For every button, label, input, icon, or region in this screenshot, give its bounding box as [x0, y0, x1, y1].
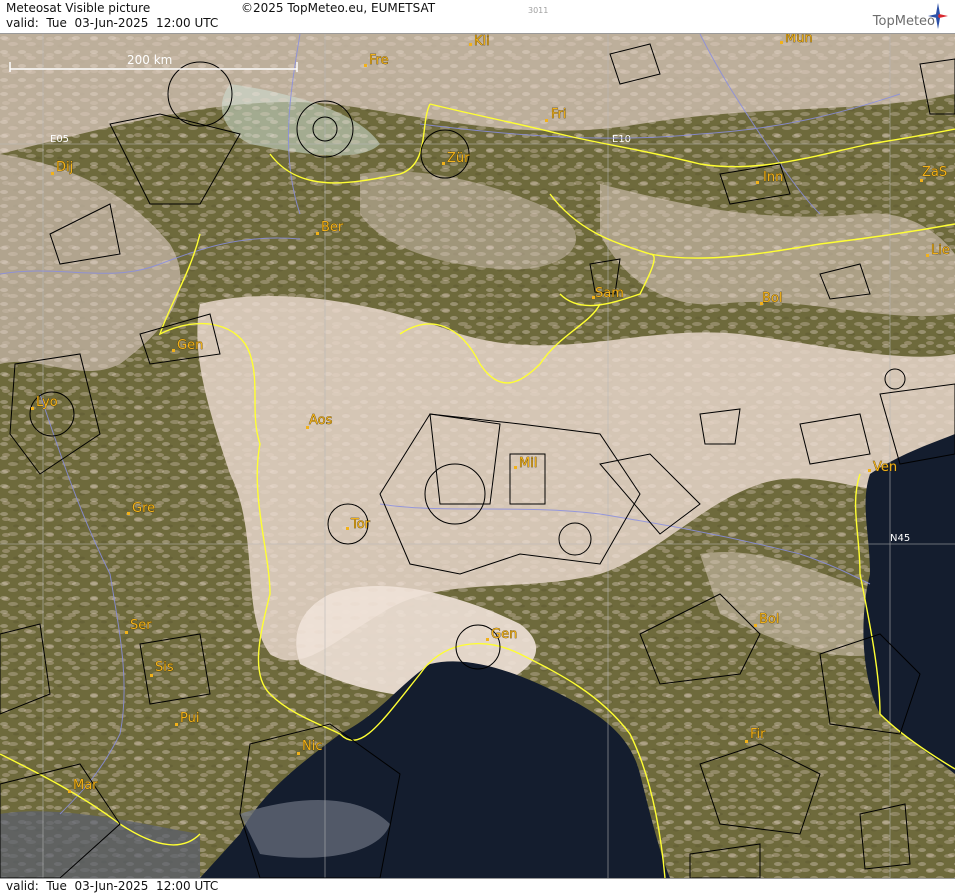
city-label: Mil: [519, 456, 537, 471]
city-label: Bol: [762, 291, 782, 306]
valid-time-header: valid: Tue 03-Jun-2025 12:00 UTC: [6, 16, 219, 30]
city-label: Mun: [785, 34, 813, 46]
city-label: Fre: [369, 53, 389, 68]
city-marker[interactable]: ZaS: [920, 165, 947, 182]
city-label: ZaS: [922, 165, 947, 180]
copyright-text: ©2025 TopMeteo.eu, EUMETSAT: [241, 1, 436, 15]
city-label: Sis: [155, 660, 174, 675]
city-label: Sam: [595, 286, 624, 301]
city-marker[interactable]: Gen: [486, 627, 518, 642]
satellite-map[interactable]: E05 E10 N45 200 km Kli Mun Fre Fri Dij Z…: [0, 34, 955, 878]
city-marker[interactable]: Gen: [172, 338, 204, 353]
city-marker[interactable]: Mun: [780, 34, 813, 46]
grid-label-e10: E10: [612, 134, 631, 145]
satellite-image: E05 E10 N45 200 km Kli Mun Fre Fri Dij Z…: [0, 34, 955, 878]
brand-name: TopMeteo: [872, 14, 935, 29]
city-label: Gen: [491, 627, 517, 642]
city-label: Nic: [302, 739, 322, 754]
image-code: 3011: [528, 6, 549, 15]
city-label: Fri: [551, 107, 567, 122]
city-label: Ber: [321, 220, 344, 235]
city-marker[interactable]: Bol: [760, 291, 783, 306]
valid-time-footer: valid: Tue 03-Jun-2025 12:00 UTC: [6, 879, 219, 893]
product-title: Meteosat Visible picture: [6, 1, 151, 15]
city-marker[interactable]: Sam: [592, 286, 624, 301]
city-label: Inn: [763, 170, 783, 185]
compass-star-icon: [928, 3, 948, 29]
city-label: Gen: [177, 338, 203, 353]
city-label: Aos: [309, 413, 333, 428]
city-label: Lyo: [36, 395, 58, 410]
city-marker[interactable]: Mar: [68, 778, 98, 793]
city-label: Fir: [750, 727, 766, 742]
city-label: Pui: [180, 711, 199, 726]
city-marker[interactable]: Ven: [868, 460, 897, 475]
city-marker[interactable]: Zür: [442, 151, 470, 166]
footer-bar: valid: Tue 03-Jun-2025 12:00 UTC: [0, 878, 955, 894]
city-label: Bol: [759, 612, 779, 627]
city-label: Lie: [931, 243, 950, 258]
city-label: Ser: [130, 618, 152, 633]
city-label: Kli: [474, 34, 490, 49]
scale-label: 200 km: [127, 53, 172, 67]
city-marker[interactable]: Aos: [306, 413, 333, 429]
city-label: Zür: [447, 151, 470, 166]
header-bar: Meteosat Visible picture valid: Tue 03-J…: [0, 0, 955, 34]
city-label: Dij: [56, 160, 73, 175]
city-marker[interactable]: Ber: [316, 220, 344, 235]
grid-label-n45: N45: [890, 533, 910, 544]
grid-label-e05: E05: [50, 134, 69, 145]
city-label: Ven: [873, 460, 897, 475]
city-marker[interactable]: Gre: [127, 501, 155, 516]
city-marker[interactable]: Ser: [125, 618, 153, 634]
city-label: Tor: [350, 517, 371, 532]
city-label: Mar: [73, 778, 98, 793]
city-label: Gre: [132, 501, 155, 516]
